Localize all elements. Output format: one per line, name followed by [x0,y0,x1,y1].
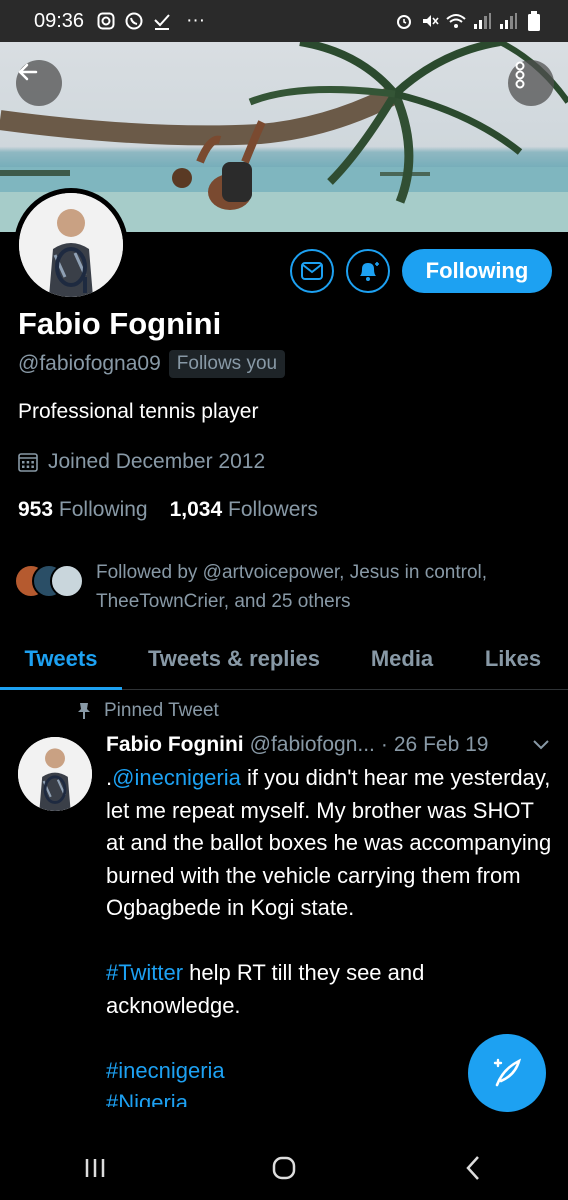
back-arrow-icon [18,63,38,81]
whatsapp-icon [124,11,144,31]
profile-tabs: Tweets Tweets & replies Media Likes [0,630,568,690]
signal-icon-1 [472,11,492,31]
followed-by-row[interactable]: Followed by @artvoicepower, Jesus in con… [14,558,536,616]
recent-apps-icon [85,1158,104,1177]
avatar-image [19,193,123,297]
tweet-author-avatar[interactable] [18,737,92,811]
wifi-icon [446,11,466,31]
profile-name: Fabio Fognini [18,306,222,341]
pin-icon [78,703,90,719]
system-back-button[interactable] [443,1143,503,1193]
status-overflow: ··· [186,10,206,31]
download-done-icon [152,11,172,31]
mute-icon [420,11,440,31]
following-button[interactable]: Following [402,249,552,293]
tweet-author-name[interactable]: Fabio Fognini [106,733,244,757]
signal-icon-2 [498,11,518,31]
joined-date: Joined December 2012 [48,450,266,473]
more-options-button[interactable] [508,60,554,106]
tweet-mention[interactable]: @inecnigeria [112,765,241,790]
counts-row: 953 Following 1,034 Followers [18,498,318,522]
profile-handle: @fabiofogna09 [18,352,161,375]
following-label: Following [58,498,148,521]
chevron-down-icon [533,740,549,750]
recent-apps-button[interactable] [65,1143,125,1193]
tab-tweets-replies[interactable]: Tweets & replies [122,630,346,688]
tweet-date[interactable]: 26 Feb 19 [394,733,489,757]
battery-icon [524,11,544,31]
tweet-date-separator: · [380,733,388,756]
home-button[interactable] [254,1143,314,1193]
tab-likes[interactable]: Likes [458,630,568,688]
back-icon [466,1155,480,1180]
compose-feather-icon [493,1058,522,1087]
tweet-hashtag-twitter[interactable]: #Twitter [106,960,183,985]
followers-count-link[interactable]: 1,034 Followers [170,498,318,522]
calendar-icon [18,453,38,472]
envelope-icon [301,262,323,280]
instagram-icon [96,11,116,31]
message-button[interactable] [290,249,334,293]
system-nav-bar [0,1135,568,1200]
pinned-label: Pinned Tweet [104,700,219,721]
followers-label: Followers [228,498,318,521]
profile-bio: Professional tennis player [18,400,259,423]
mutual-avatars [14,564,86,600]
tweet-hashtag-nigeria[interactable]: #Nigeria [106,1090,188,1107]
tab-tweets[interactable]: Tweets [0,630,122,690]
followed-by-text: Followed by @artvoicepower, Jesus in con… [96,562,488,612]
compose-tweet-button[interactable] [468,1034,546,1112]
pinned-indicator: Pinned Tweet [76,700,219,722]
following-count-link[interactable]: 953 Following [18,498,148,522]
mutual-avatar [50,564,84,598]
back-button[interactable] [16,60,62,106]
followers-count: 1,034 [169,498,223,521]
profile-avatar[interactable] [14,188,128,302]
notifications-button[interactable] [346,249,390,293]
handle-row: @fabiofogna09 Follows you [18,350,286,378]
follows-you-badge: Follows you [168,350,286,378]
more-vertical-icon [515,61,525,89]
status-bar: 09:36 ··· [0,0,568,42]
tab-media[interactable]: Media [346,630,458,688]
home-icon [272,1156,296,1179]
bell-plus-icon [360,262,379,281]
alarm-icon [394,11,414,31]
tweet-hashtag-inecnigeria[interactable]: #inecnigeria [106,1058,225,1083]
tweet-header: Fabio Fognini @fabiofogn... · 26 Feb 19 [106,733,550,757]
following-count: 953 [18,498,54,521]
joined-row: Joined December 2012 [18,450,265,474]
tweet-author-handle[interactable]: @fabiofogn... [250,733,375,757]
tweet-menu-button[interactable] [532,733,550,757]
status-time: 09:36 [34,9,85,32]
